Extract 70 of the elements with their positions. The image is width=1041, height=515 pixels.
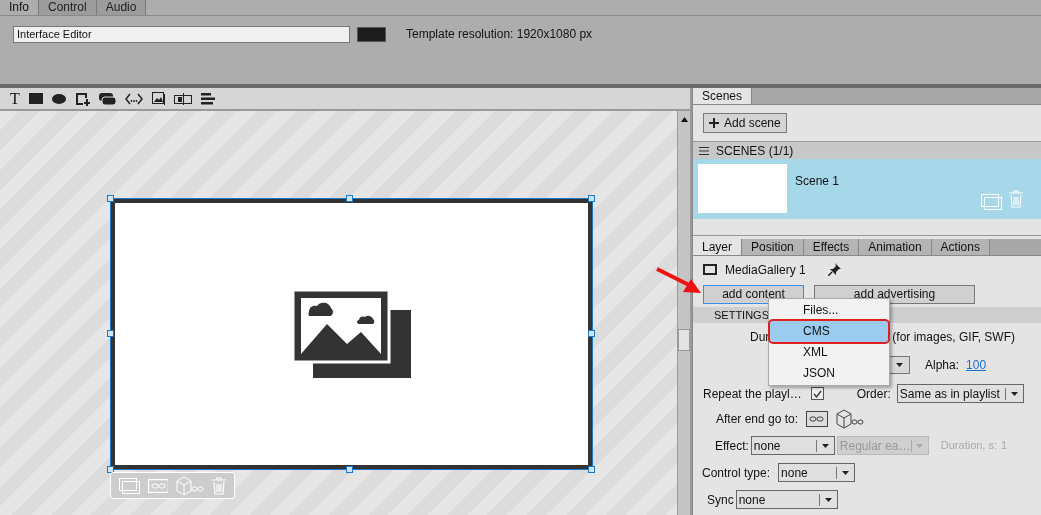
scrollbar-thumb[interactable] — [678, 329, 690, 351]
box-link-icon[interactable] — [836, 408, 866, 429]
dropdown[interactable]: none — [735, 490, 838, 509]
resize-handle[interactable] — [107, 466, 114, 473]
layer-tab[interactable]: Animation — [859, 239, 932, 255]
alpha-label: Alpha: — [925, 356, 960, 374]
layer-tab[interactable]: Position — [742, 239, 804, 255]
scene-name: Scene 1 — [795, 173, 840, 190]
resize-handle[interactable] — [346, 466, 353, 473]
duration-label: Dur — [750, 329, 770, 346]
repeat-label: Repeat the playl… — [703, 385, 802, 403]
resize-handle[interactable] — [107, 195, 114, 202]
layer-tab[interactable]: Effects — [803, 239, 860, 255]
resize-handle[interactable] — [588, 195, 595, 202]
repeat-checkbox[interactable] — [810, 387, 824, 400]
rectangle-tool-icon[interactable] — [28, 93, 43, 104]
layer-name: MediaGallery 1 — [725, 261, 806, 279]
caret-icon — [916, 443, 923, 448]
resize-handle[interactable] — [588, 330, 595, 337]
plus-icon — [709, 118, 719, 128]
control-type-label: Control type: — [702, 464, 771, 482]
resize-handle[interactable] — [107, 330, 114, 337]
dropdown[interactable]: none — [778, 463, 856, 482]
add-scene-button[interactable]: Add scene — [703, 113, 787, 133]
alpha-link[interactable]: 100 — [966, 355, 987, 374]
caret-icon — [1010, 391, 1018, 396]
annotation-arrow — [655, 266, 703, 296]
resolution-label: Template resolution: 1920x1080 px — [406, 26, 593, 43]
color-swatch[interactable] — [357, 26, 386, 42]
link-icon[interactable] — [806, 410, 829, 427]
caret-icon — [895, 362, 903, 367]
resize-handle[interactable] — [346, 195, 353, 202]
scenes-tab[interactable]: Scenes — [693, 88, 753, 104]
select-arrow-button[interactable] — [888, 355, 910, 374]
caret-icon — [821, 443, 829, 448]
media-gallery-element[interactable] — [111, 199, 592, 469]
panel-tab[interactable]: Audio — [96, 0, 147, 15]
pin-icon[interactable] — [827, 263, 841, 276]
sync-label: Sync — [707, 491, 734, 509]
layer-tab[interactable]: Layer — [693, 239, 743, 255]
layers-icon[interactable] — [98, 92, 116, 105]
scroll-up-icon[interactable] — [680, 117, 688, 122]
caret-icon — [842, 470, 850, 475]
order-label: Order: — [856, 385, 891, 403]
menu-item[interactable]: XML — [770, 342, 888, 363]
gallery-image-icon — [292, 290, 411, 378]
effect-label: Effect: — [715, 437, 749, 455]
code-icon[interactable] — [124, 92, 143, 105]
name-field[interactable]: Interface Editor — [13, 25, 350, 43]
menu-icon[interactable] — [699, 146, 709, 155]
after-end-label: After end go to: — [716, 410, 799, 428]
add-frame-icon[interactable] — [74, 91, 90, 106]
image-tool-icon[interactable] — [151, 92, 165, 105]
align-icon[interactable] — [200, 92, 215, 105]
dropdown[interactable]: Same as in playlist — [896, 384, 1024, 403]
frame-icon — [703, 264, 717, 275]
ellipse-tool-icon[interactable] — [51, 93, 66, 104]
menu-item[interactable]: CMS — [770, 321, 888, 342]
layer-tab[interactable]: Actions — [931, 239, 990, 255]
scenes-header: SCENES (1/1) — [693, 141, 1041, 159]
vertical-scrollbar[interactable] — [677, 111, 690, 515]
duration-label: Duration, s: — [940, 438, 998, 454]
resize-handle[interactable] — [588, 466, 595, 473]
duration-note: (for images, GIF, SWF) — [892, 329, 1016, 346]
text-tool-button[interactable]: T — [10, 90, 20, 107]
caret-icon — [824, 497, 832, 502]
panel-tab[interactable]: Control — [39, 0, 97, 15]
dropdown[interactable]: none — [750, 436, 835, 455]
menu-item[interactable]: JSON — [770, 363, 888, 384]
input-tool-icon[interactable] — [173, 92, 192, 105]
